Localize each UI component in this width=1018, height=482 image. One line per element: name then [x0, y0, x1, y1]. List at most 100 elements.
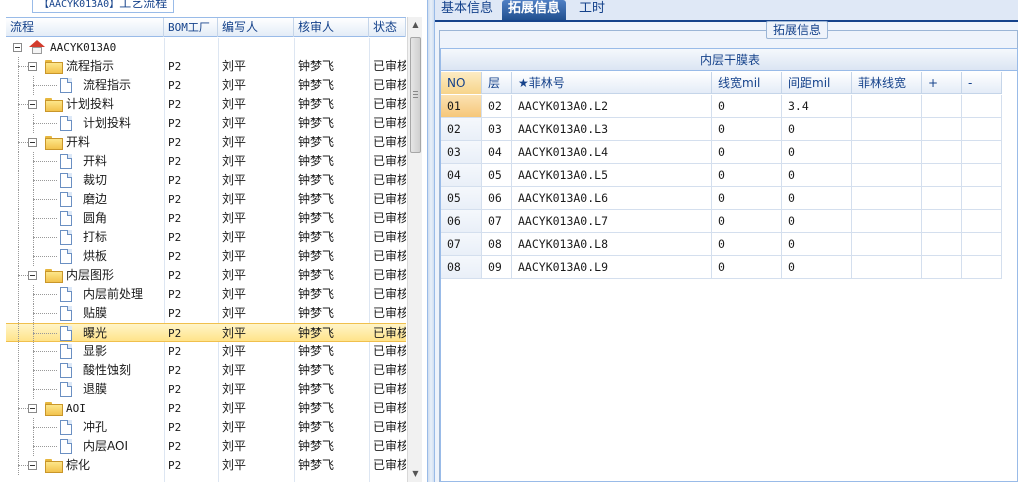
panel-splitter[interactable] [427, 0, 435, 482]
grid-row[interactable]: 08 09 AACYK013A0.L9 0 0 [441, 256, 1002, 279]
tree-row[interactable]: 打标 P2 刘平 钟梦飞 已审核 [6, 228, 406, 247]
remove-cell[interactable] [962, 118, 1002, 140]
add-cell[interactable] [922, 233, 962, 255]
film-line-width-cell[interactable] [852, 256, 922, 278]
grid-header-layer[interactable]: 层 [482, 72, 512, 94]
film-no-cell[interactable]: AACYK013A0.L8 [512, 233, 712, 255]
film-line-width-cell[interactable] [852, 141, 922, 163]
scroll-down-icon[interactable]: ▼ [410, 468, 421, 480]
spacing-cell[interactable]: 0 [782, 256, 852, 278]
tab-extended-info[interactable]: 拓展信息 [502, 0, 567, 20]
spacing-cell[interactable]: 0 [782, 118, 852, 140]
layer-cell[interactable]: 05 [482, 164, 512, 186]
tree-root-row[interactable]: AACYK013A0 [6, 38, 406, 57]
grid-row[interactable]: 07 08 AACYK013A0.L8 0 0 [441, 233, 1002, 256]
column-header-flow[interactable]: 流程 [6, 18, 164, 37]
tree-row[interactable]: 显影 P2 刘平 钟梦飞 已审核 [6, 342, 406, 361]
collapse-icon[interactable] [28, 138, 37, 147]
film-line-width-cell[interactable] [852, 164, 922, 186]
grid-row[interactable]: 04 05 AACYK013A0.L5 0 0 [441, 164, 1002, 187]
add-cell[interactable] [922, 164, 962, 186]
grid-row[interactable]: 03 04 AACYK013A0.L4 0 0 [441, 141, 1002, 164]
grid-row[interactable]: 01 02 AACYK013A0.L2 0 3.4 [441, 95, 1002, 118]
column-header-reviewer[interactable]: 核审人 [294, 18, 369, 37]
add-row-button[interactable]: + [922, 72, 962, 94]
collapse-icon[interactable] [28, 404, 37, 413]
add-cell[interactable] [922, 141, 962, 163]
film-no-cell[interactable]: AACYK013A0.L3 [512, 118, 712, 140]
layer-cell[interactable]: 06 [482, 187, 512, 209]
line-width-cell[interactable]: 0 [712, 256, 782, 278]
collapse-icon[interactable] [28, 271, 37, 280]
tree-row[interactable]: 计划投料 P2 刘平 钟梦飞 已审核 [6, 114, 406, 133]
column-header-status[interactable]: 状态 [369, 18, 406, 37]
tree-row[interactable]: 内层图形 P2 刘平 钟梦飞 已审核 [6, 266, 406, 285]
collapse-icon[interactable] [28, 461, 37, 470]
remove-cell[interactable] [962, 256, 1002, 278]
tree-row[interactable]: 酸性蚀刻 P2 刘平 钟梦飞 已审核 [6, 361, 406, 380]
spacing-cell[interactable]: 0 [782, 233, 852, 255]
grid-header-film-no[interactable]: ★菲林号 [512, 72, 712, 94]
scroll-up-icon[interactable]: ▲ [410, 19, 421, 31]
collapse-icon[interactable] [28, 100, 37, 109]
tree-row[interactable]: 曝光 P2 刘平 钟梦飞 已审核 [6, 323, 406, 343]
grid-header-film-line-width[interactable]: 菲林线宽 [852, 72, 922, 94]
row-number-cell[interactable]: 08 [441, 256, 482, 278]
film-no-cell[interactable]: AACYK013A0.L9 [512, 256, 712, 278]
film-line-width-cell[interactable] [852, 118, 922, 140]
tree-row[interactable]: 开料 P2 刘平 钟梦飞 已审核 [6, 152, 406, 171]
film-no-cell[interactable]: AACYK013A0.L4 [512, 141, 712, 163]
row-number-cell[interactable]: 03 [441, 141, 482, 163]
tree-row[interactable]: 开料 P2 刘平 钟梦飞 已审核 [6, 133, 406, 152]
line-width-cell[interactable]: 0 [712, 210, 782, 232]
tree-row[interactable]: 计划投料 P2 刘平 钟梦飞 已审核 [6, 95, 406, 114]
remove-row-button[interactable]: - [962, 72, 1002, 94]
line-width-cell[interactable]: 0 [712, 95, 782, 117]
grid-header-line-width[interactable]: 线宽mil [712, 72, 782, 94]
grid-row[interactable]: 06 07 AACYK013A0.L7 0 0 [441, 210, 1002, 233]
row-number-cell[interactable]: 05 [441, 187, 482, 209]
spacing-cell[interactable]: 0 [782, 187, 852, 209]
line-width-cell[interactable]: 0 [712, 141, 782, 163]
layer-cell[interactable]: 09 [482, 256, 512, 278]
tree-row[interactable]: 退膜 P2 刘平 钟梦飞 已审核 [6, 380, 406, 399]
add-cell[interactable] [922, 95, 962, 117]
film-no-cell[interactable]: AACYK013A0.L5 [512, 164, 712, 186]
tree-row[interactable]: 烘板 P2 刘平 钟梦飞 已审核 [6, 247, 406, 266]
grid-header-no[interactable]: NO [441, 72, 482, 94]
column-header-writer[interactable]: 编写人 [218, 18, 294, 37]
add-cell[interactable] [922, 210, 962, 232]
film-no-cell[interactable]: AACYK013A0.L2 [512, 95, 712, 117]
remove-cell[interactable] [962, 187, 1002, 209]
film-line-width-cell[interactable] [852, 95, 922, 117]
remove-cell[interactable] [962, 95, 1002, 117]
column-header-bom-plant[interactable]: BOM工厂 [164, 18, 218, 37]
line-width-cell[interactable]: 0 [712, 118, 782, 140]
spacing-cell[interactable]: 3.4 [782, 95, 852, 117]
layer-cell[interactable]: 08 [482, 233, 512, 255]
tree-row[interactable]: 流程指示 P2 刘平 钟梦飞 已审核 [6, 57, 406, 76]
add-cell[interactable] [922, 256, 962, 278]
line-width-cell[interactable]: 0 [712, 164, 782, 186]
grid-header-spacing[interactable]: 间距mil [782, 72, 852, 94]
row-number-cell[interactable]: 01 [441, 95, 482, 117]
remove-cell[interactable] [962, 233, 1002, 255]
layer-cell[interactable]: 04 [482, 141, 512, 163]
remove-cell[interactable] [962, 141, 1002, 163]
tree-row[interactable]: 裁切 P2 刘平 钟梦飞 已审核 [6, 171, 406, 190]
grid-row[interactable]: 02 03 AACYK013A0.L3 0 0 [441, 118, 1002, 141]
spacing-cell[interactable]: 0 [782, 141, 852, 163]
tree-row[interactable]: 内层AOI P2 刘平 钟梦飞 已审核 [6, 437, 406, 456]
remove-cell[interactable] [962, 210, 1002, 232]
spacing-cell[interactable]: 0 [782, 164, 852, 186]
tree-row[interactable]: 圆角 P2 刘平 钟梦飞 已审核 [6, 209, 406, 228]
line-width-cell[interactable]: 0 [712, 233, 782, 255]
spacing-cell[interactable]: 0 [782, 210, 852, 232]
tree-vertical-scrollbar[interactable]: ▲ ▼ [407, 17, 422, 482]
film-line-width-cell[interactable] [852, 187, 922, 209]
collapse-icon[interactable] [13, 43, 22, 52]
tree-row[interactable]: 棕化 P2 刘平 钟梦飞 已审核 [6, 456, 406, 475]
tree-row[interactable]: 磨边 P2 刘平 钟梦飞 已审核 [6, 190, 406, 209]
add-cell[interactable] [922, 118, 962, 140]
film-no-cell[interactable]: AACYK013A0.L6 [512, 187, 712, 209]
